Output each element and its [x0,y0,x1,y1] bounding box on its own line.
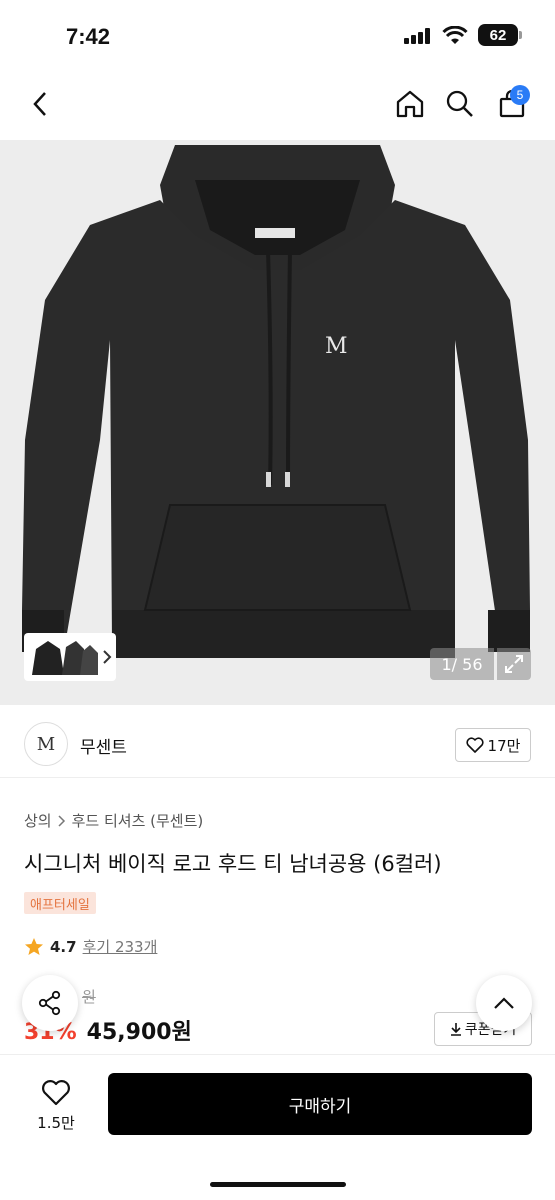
brand-name[interactable]: 무센트 [80,733,127,758]
review-count-link[interactable]: 후기 233개 [83,936,158,957]
hoodie-thumbnail-image [32,641,98,675]
rating-score: 4.7 [50,937,77,956]
color-thumbnail-strip[interactable] [24,633,116,681]
heart-icon [42,1080,70,1106]
wishlist-button[interactable]: 1.5만 [22,1073,90,1139]
scroll-to-top-button[interactable] [476,975,532,1031]
status-time: 7:42 [66,24,111,49]
svg-text:M: M [325,334,348,359]
expand-icon [505,655,523,673]
sale-price: 45,900원 [86,1020,192,1045]
wishlist-count: 1.5만 [37,1114,75,1132]
bottom-purchase-bar: 1.5만 구매하기 [0,1054,555,1200]
top-navigation [0,72,555,138]
search-button[interactable] [440,84,480,124]
battery-indicator: 62 [478,24,518,46]
buy-button[interactable]: 구매하기 [108,1073,532,1135]
brand-like-button[interactable]: 17만 [455,728,531,762]
download-icon [450,1023,461,1036]
expand-image-button[interactable] [497,648,531,680]
cellular-signal-icon [404,28,432,44]
breadcrumb-item[interactable]: 후드 티셔츠 (무센트) [72,810,204,831]
original-price: 원 [82,988,96,1006]
rating-row: 4.7 후기 233개 [24,936,157,957]
chevron-left-icon [33,92,46,116]
share-button[interactable] [22,975,78,1031]
chevron-up-icon [494,997,514,1009]
cart-count-badge: 5 [510,85,530,105]
chevron-right-icon [103,650,112,664]
heart-icon [466,737,484,753]
star-icon [25,937,43,955]
chevron-right-icon [58,814,65,827]
image-counter: 1/ 56 [430,648,494,680]
home-icon [396,90,424,118]
back-button[interactable] [20,84,60,124]
wifi-icon [442,26,468,44]
share-icon [38,990,61,1016]
brand-row: M 무센트 17만 [0,712,555,778]
hoodie-product-image: M [22,145,530,658]
product-image-gallery[interactable]: M [0,140,555,705]
home-indicator [210,1182,346,1187]
sale-badge: 애프터세일 [24,892,96,914]
status-bar: 7:42 62 [0,0,555,72]
search-icon [446,90,473,117]
brand-like-count: 17만 [487,736,521,755]
breadcrumb-item[interactable]: 상의 [24,810,52,831]
brand-logo[interactable]: M [24,722,68,766]
breadcrumb: 상의 후드 티셔츠 (무센트) [24,810,203,831]
home-button[interactable] [390,84,430,124]
product-title: 시그니처 베이직 로고 후드 티 남녀공용 (6컬러) [24,852,442,876]
battery-tip [519,31,522,39]
